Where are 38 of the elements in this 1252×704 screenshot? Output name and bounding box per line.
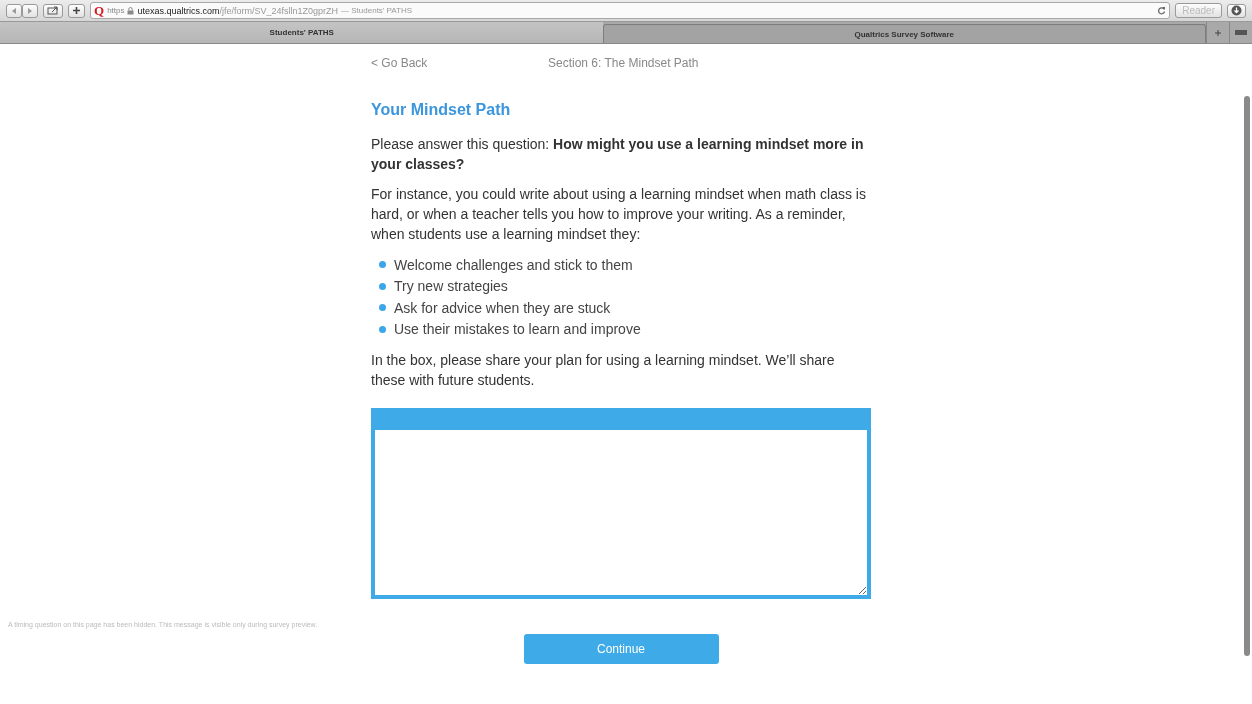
section-title: Section 6: The Mindset Path [548,56,699,70]
downloads-button[interactable] [1227,3,1246,18]
browser-tab[interactable]: Students' PATHS [0,22,603,43]
address-bar[interactable]: Q https utexas.qualtrics.com/jfe/form/SV_24fslln1Z0gprZH — Students' PATHS [90,2,1171,19]
tab-list-icon[interactable] [1235,29,1247,36]
back-button[interactable] [6,3,22,18]
instructions-text: For instance, you could write about using a learning mindset when math class is hard, or when a teacher tells you how to improve your writing. As a reminder, when students use a learning mindset they: [371,185,867,244]
go-back-link[interactable]: < Go Back [371,56,548,70]
bullet-text: Welcome challenges and stick to them [394,255,633,275]
download-icon [1231,5,1242,16]
bullet-dot [379,304,386,312]
prompt-text: In the box, please share your plan for using a learning mindset. We’ll share these with future students. [371,351,836,390]
url-scheme: https [107,6,125,15]
bullet-text: Ask for advice when they are stuck [394,298,611,318]
add-bookmark-button[interactable] [68,3,85,18]
back-icon [10,6,18,15]
forward-button[interactable] [22,3,38,18]
bullet-dot [379,282,386,290]
bullet-dot [379,261,386,269]
question-heading: Your Mindset Path [371,100,512,120]
answer-box[interactable] [371,408,871,599]
new-tab-icon[interactable] [1214,28,1222,37]
site-icon: Q [94,3,105,18]
url-path: /jfe/form/SV_24fslln1Z0gprZH [219,5,339,16]
share-button[interactable] [43,3,63,18]
browser-tab[interactable]: Qualtrics Survey Software [602,24,1206,43]
question-text: Please answer this question: How might you use a learning mindset more in your classes? [371,135,865,174]
share-icon [47,6,59,15]
bullet-text: Use their mistakes to learn and improve [394,320,641,340]
plus-icon [72,6,81,15]
url-domain: utexas.qualtrics.com [137,5,220,16]
reload-icon[interactable] [1157,6,1167,15]
bullet-dot [379,325,386,333]
bullet-text: Try new strategies [394,277,508,297]
scrollbar-thumb[interactable] [1244,96,1250,656]
forward-icon [26,6,34,15]
lock-icon [127,6,135,15]
page-title: — Students' PATHS [341,6,413,15]
